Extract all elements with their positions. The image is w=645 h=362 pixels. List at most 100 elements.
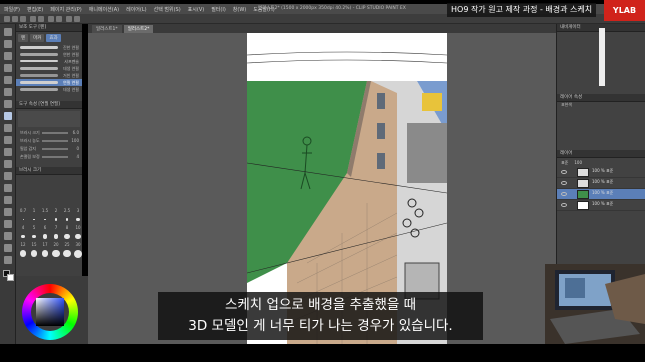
opacity-value[interactable]: 100 (574, 160, 582, 165)
layer-item[interactable]: 100 % 표준 (557, 178, 645, 189)
text-tool-icon[interactable] (4, 256, 12, 264)
brush-item[interactable]: 데생 연필 (16, 86, 82, 93)
blend-tool-icon[interactable] (4, 184, 12, 192)
menu-animation[interactable]: 애니메이션(A) (89, 6, 119, 13)
slider[interactable] (42, 156, 68, 158)
open-file-icon[interactable] (12, 16, 18, 22)
brush-size-dot (44, 218, 46, 221)
brush-size-option[interactable] (51, 232, 61, 241)
blend-mode-select[interactable]: 표준 (561, 160, 568, 166)
brush-size-option[interactable] (51, 215, 61, 224)
slider[interactable] (42, 132, 68, 134)
gradient-icon[interactable] (4, 208, 12, 216)
menu-page[interactable]: 페이지 관리(P) (50, 6, 82, 13)
zoom-tool-icon[interactable] (4, 28, 12, 36)
brush-size-option[interactable] (18, 215, 28, 224)
brush-size-option[interactable] (73, 215, 83, 224)
menu-layer[interactable]: 레이어(L) (126, 6, 147, 13)
brush-size-option[interactable] (18, 232, 28, 241)
selection-tool-icon[interactable] (4, 76, 12, 84)
brush-size-dot (64, 233, 70, 240)
eye-icon[interactable] (561, 192, 567, 196)
move-layer-icon[interactable] (4, 64, 12, 72)
redo-icon[interactable] (38, 16, 44, 22)
pencil-tool-icon[interactable] (4, 124, 12, 132)
brush-size-option[interactable] (18, 249, 28, 258)
property-pressure[interactable]: 필압 감지 0 (16, 145, 82, 153)
save-icon[interactable] (20, 16, 26, 22)
tab-document-2[interactable]: 일러스트2* (123, 25, 154, 33)
slider[interactable] (42, 140, 68, 142)
layer-property-area (557, 110, 645, 150)
brush-size-option[interactable] (40, 215, 50, 224)
brush-size-option[interactable] (62, 215, 72, 224)
brush-size-option[interactable] (29, 232, 39, 241)
airbrush-icon[interactable] (4, 148, 12, 156)
brush-size-option[interactable] (51, 249, 61, 258)
brush-size-dot (30, 250, 38, 257)
sub-color-swatch[interactable] (7, 274, 14, 281)
tab-pen[interactable]: 펜 (18, 34, 29, 42)
deselect-icon[interactable] (66, 16, 72, 22)
layer-property-mode[interactable]: 표현색 (557, 102, 645, 110)
layer-item[interactable]: 100 % 표준 (557, 167, 645, 178)
tab-marker[interactable]: 마커 (30, 34, 45, 42)
eraser-icon[interactable] (4, 172, 12, 180)
menu-view[interactable]: 표시(V) (188, 6, 205, 13)
brush-size-option[interactable] (40, 232, 50, 241)
menu-window[interactable]: 창(W) (233, 6, 246, 13)
stroke-preview (18, 111, 80, 127)
brush-size-option[interactable] (73, 232, 83, 241)
eye-icon[interactable] (561, 181, 567, 185)
operation-tool-icon[interactable] (4, 52, 12, 60)
transform-icon[interactable] (56, 16, 62, 22)
ruler-tool-icon[interactable] (4, 244, 12, 252)
property-brush-size[interactable]: 브러시 크기 6.0 (16, 129, 82, 137)
decoration-icon[interactable] (4, 160, 12, 168)
property-density[interactable]: 브러시 농도 100 (16, 137, 82, 145)
brush-tool-icon[interactable] (4, 136, 12, 144)
brush-size-option[interactable] (62, 249, 72, 258)
menu-edit[interactable]: 편집(E) (27, 6, 43, 13)
invert-selection-icon[interactable] (74, 16, 80, 22)
brush-item[interactable]: 연한 연필 (16, 51, 82, 58)
brush-size-option[interactable] (29, 249, 39, 258)
tab-document-1[interactable]: 일러스트1* (92, 25, 122, 33)
eye-icon[interactable] (561, 170, 567, 174)
brush-size-dot (42, 234, 48, 239)
brush-item[interactable]: 거친 연필 (16, 72, 82, 79)
clear-icon[interactable] (48, 16, 54, 22)
brush-size-option[interactable] (29, 215, 39, 224)
brush-item[interactable]: 샤프펜슬 (16, 58, 82, 65)
brush-size-option[interactable] (73, 249, 83, 258)
brush-size-label: 10 (75, 225, 81, 230)
slider[interactable] (42, 148, 68, 150)
fill-tool-icon[interactable] (4, 196, 12, 204)
tab-effect[interactable]: 효과 (46, 34, 61, 42)
menu-selection[interactable]: 선택 범위(S) (154, 6, 181, 13)
move-tool-icon[interactable] (4, 40, 12, 48)
navigator-preview[interactable] (599, 28, 605, 86)
saturation-value-picker[interactable] (36, 298, 64, 326)
menu-filter[interactable]: 필터(I) (211, 6, 226, 13)
frame-tool-icon[interactable] (4, 232, 12, 240)
figure-tool-icon[interactable] (4, 220, 12, 228)
brush-size-label: 12 (20, 242, 26, 247)
brush-item-selected[interactable]: 연필 연필 (16, 79, 82, 86)
layer-item-active[interactable]: 100 % 표준 (557, 189, 645, 200)
pen-tool-icon[interactable] (4, 112, 12, 120)
brush-size-option[interactable] (62, 232, 72, 241)
brush-item[interactable]: 데생 연필 (16, 65, 82, 72)
eye-icon[interactable] (561, 203, 567, 207)
undo-icon[interactable] (30, 16, 36, 22)
brush-size-option[interactable] (40, 249, 50, 258)
auto-select-icon[interactable] (4, 88, 12, 96)
property-stabilization[interactable]: 손떨림 보정 4 (16, 153, 82, 161)
new-file-icon[interactable] (4, 16, 10, 22)
eyedropper-icon[interactable] (4, 100, 12, 108)
layer-item[interactable]: 100 % 표준 (557, 200, 645, 211)
brush-size-dot (74, 249, 82, 258)
menu-file[interactable]: 파일(F) (4, 6, 20, 13)
brush-item[interactable]: 진한 연필 (16, 44, 82, 51)
brush-size-label: 8 (65, 225, 69, 230)
